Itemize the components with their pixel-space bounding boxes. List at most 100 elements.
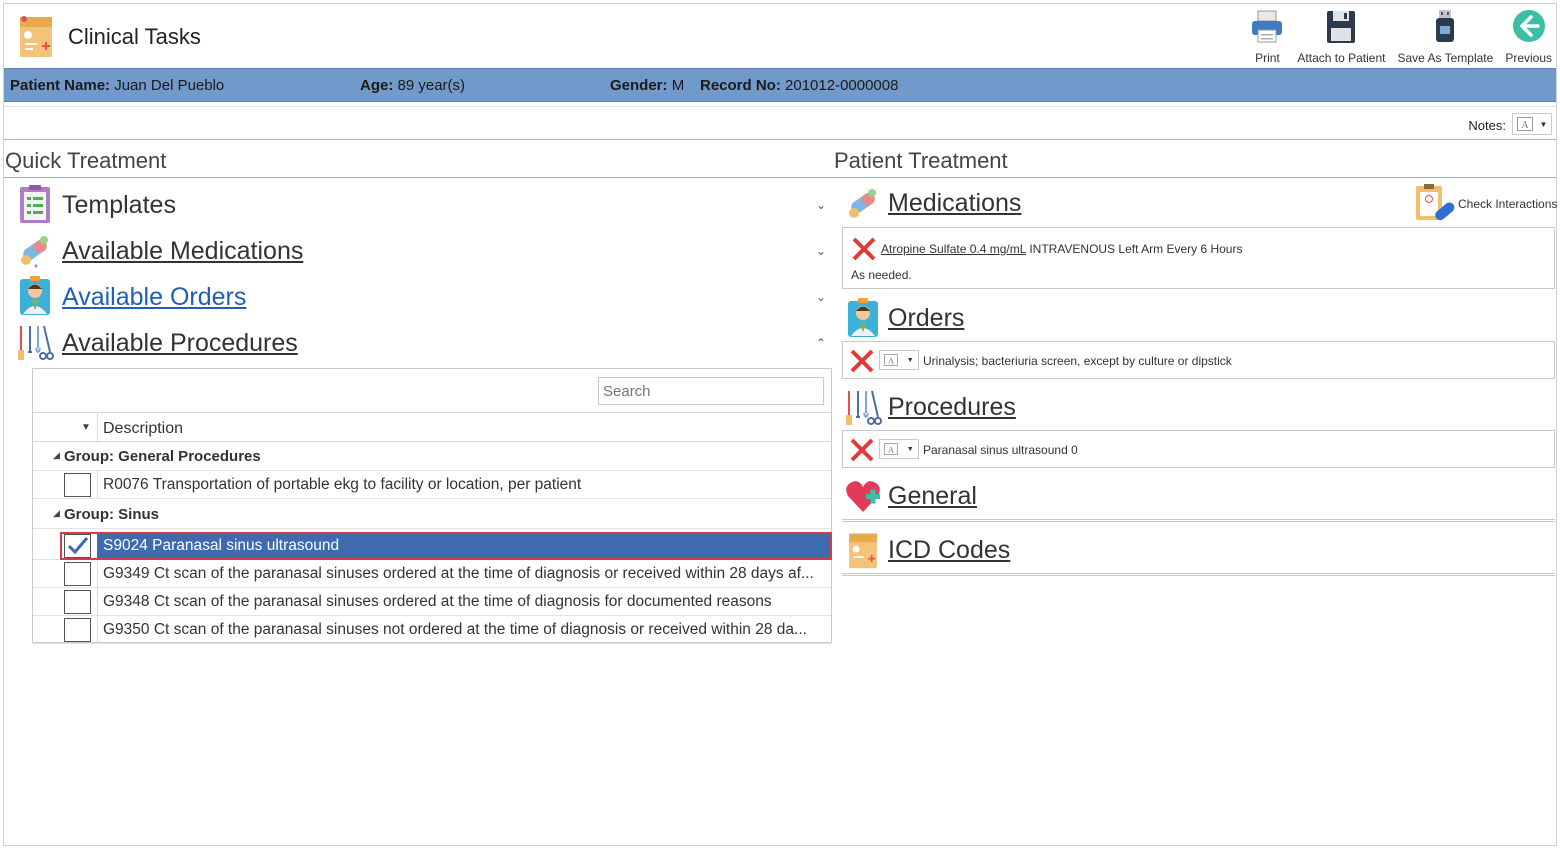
patient-name-value: Juan Del Pueblo <box>114 77 225 94</box>
procedure-notes-dropdown[interactable]: A ▼ <box>879 439 919 459</box>
general-divider <box>842 519 1555 522</box>
chevron-down-icon[interactable]: ⌄ <box>816 244 826 258</box>
orders-section-header: Orders <box>842 296 1556 338</box>
floppy-disk-icon <box>1327 11 1356 43</box>
surgical-tools-icon <box>18 325 54 360</box>
row-checkbox[interactable] <box>64 473 91 497</box>
patient-age-value: 89 year(s) <box>397 77 466 94</box>
notes-dropdown[interactable]: A ▼ <box>1512 113 1552 135</box>
heart-plus-icon <box>846 481 880 512</box>
procedures-section-header: Procedures <box>842 385 1556 427</box>
patient-treatment-title: Patient Treatment <box>834 148 1008 173</box>
patient-gender-label: Gender: <box>610 77 668 94</box>
table-row[interactable]: G9350 Ct scan of the paranasal sinuses n… <box>33 616 831 644</box>
notes-label: Notes: <box>1468 118 1506 133</box>
procedures-grid: ▼ Description ◢ Group: General Procedure… <box>32 368 832 644</box>
order-item: Urinalysis; bacteriuria screen, except b… <box>923 354 1232 368</box>
row-checkbox[interactable] <box>64 562 91 586</box>
svg-text:A: A <box>888 355 895 365</box>
patient-name: Patient Name: Juan Del Pueblo <box>10 77 224 94</box>
drug-interaction-icon <box>1416 184 1455 221</box>
patient-treatment-divider <box>834 177 1556 178</box>
patient-record-value: 201012-0000008 <box>785 77 899 94</box>
print-button[interactable]: Print <box>1243 4 1291 68</box>
remove-order-icon[interactable] <box>849 348 875 374</box>
medication-name-link[interactable]: Atropine Sulfate 0.4 mg/mL <box>881 242 1026 256</box>
remove-procedure-icon[interactable] <box>849 437 875 463</box>
clinical-tasks-window: Clinical Tasks Print Attach to Patient S… <box>3 3 1557 846</box>
check-interactions-button[interactable]: Check Interactions <box>1414 184 1557 224</box>
group-row-sinus[interactable]: ◢ Group: Sinus <box>33 500 831 529</box>
table-row[interactable]: R0076 Transportation of portable ekg to … <box>33 471 831 499</box>
attach-label: Attach to Patient <box>1297 51 1386 65</box>
pills-icon <box>849 189 876 218</box>
available-procedures-section-header[interactable]: Available Procedures ⌃ <box>16 320 828 362</box>
toolbar: Print Attach to Patient Save As Template… <box>1243 4 1558 68</box>
patient-gender: Gender: M <box>610 77 684 94</box>
table-row[interactable]: G9348 Ct scan of the paranasal sinuses o… <box>33 588 831 616</box>
quick-treatment-title: Quick Treatment <box>5 148 167 173</box>
available-medications-link[interactable]: Available Medications <box>62 237 303 266</box>
row-description: G9348 Ct scan of the paranasal sinuses o… <box>103 593 772 610</box>
remove-medication-icon[interactable] <box>851 236 877 262</box>
table-row[interactable]: G9349 Ct scan of the paranasal sinuses o… <box>33 560 831 588</box>
clipboard-list-icon <box>20 185 50 223</box>
row-checkbox[interactable] <box>64 618 91 642</box>
medication-list: Atropine Sulfate 0.4 mg/mL INTRAVENOUS L… <box>842 227 1555 289</box>
app-title: Clinical Tasks <box>68 24 201 49</box>
patient-folder-icon <box>20 16 52 57</box>
icd-codes-section-header: ICD Codes <box>842 528 1556 570</box>
previous-button[interactable]: Previous <box>1499 4 1558 68</box>
available-orders-section-header[interactable]: Available Orders ⌄ <box>16 274 828 316</box>
chevron-down-icon[interactable]: ⌄ <box>816 198 826 212</box>
save-as-template-button[interactable]: Save As Template <box>1391 4 1499 68</box>
back-arrow-icon <box>1512 10 1545 42</box>
previous-label: Previous <box>1505 51 1552 65</box>
general-link[interactable]: General <box>888 482 977 511</box>
collapse-group-icon[interactable]: ◢ <box>53 450 60 461</box>
doctor-icon <box>20 276 50 315</box>
group-row-general-procedures[interactable]: ◢ Group: General Procedures <box>33 442 831 471</box>
grid-header-row: ▼ Description <box>33 412 831 443</box>
row-checkbox-checked[interactable] <box>64 534 91 558</box>
procedures-link[interactable]: Procedures <box>888 393 1016 422</box>
print-label: Print <box>1255 51 1280 65</box>
available-orders-link[interactable]: Available Orders <box>62 283 246 312</box>
column-filter-dropdown-icon[interactable]: ▼ <box>81 422 91 433</box>
patient-record-label: Record No: <box>700 77 781 94</box>
icd-codes-link[interactable]: ICD Codes <box>888 536 1010 565</box>
doctor-icon <box>848 298 878 337</box>
chevron-down-icon[interactable]: ⌄ <box>816 290 826 304</box>
printer-icon <box>1252 10 1283 43</box>
chevron-up-icon[interactable]: ⌃ <box>816 336 826 350</box>
order-notes-dropdown[interactable]: A ▼ <box>879 350 919 370</box>
medications-link[interactable]: Medications <box>888 189 1021 218</box>
column-separator <box>97 413 98 443</box>
medication-detail: INTRAVENOUS Left Arm Every 6 Hours <box>1029 242 1243 256</box>
patient-info-bar: Patient Name: Juan Del Pueblo Age: 89 ye… <box>4 68 1556 102</box>
icd-codes-divider <box>842 573 1555 576</box>
available-medications-section-header[interactable]: Available Medications ⌄ <box>16 228 828 270</box>
row-checkbox[interactable] <box>64 590 91 614</box>
chevron-down-icon: ▼ <box>906 445 914 453</box>
usb-drive-icon <box>1436 10 1455 42</box>
orders-link[interactable]: Orders <box>888 304 964 333</box>
general-section-header: General <box>842 474 1556 516</box>
procedures-list: A ▼ Paranasal sinus ultrasound 0 <box>842 430 1555 468</box>
description-column-header[interactable]: Description <box>103 420 183 438</box>
templates-section-header[interactable]: Templates ⌄ <box>16 182 828 224</box>
attach-to-patient-button[interactable]: Attach to Patient <box>1291 4 1391 68</box>
templates-label: Templates <box>62 191 176 219</box>
procedures-search-input[interactable] <box>598 377 824 405</box>
app-header: Clinical Tasks Print Attach to Patient S… <box>4 4 1558 68</box>
table-row-selected[interactable]: S9024 Paranasal sinus ultrasound <box>33 532 831 560</box>
available-procedures-link[interactable]: Available Procedures <box>62 329 298 358</box>
collapse-group-icon[interactable]: ◢ <box>53 508 60 519</box>
patient-record: Record No: 201012-0000008 <box>700 77 898 94</box>
patient-age: Age: 89 year(s) <box>360 77 465 94</box>
checkmark-icon <box>67 537 89 555</box>
chevron-down-icon: ▼ <box>906 356 914 364</box>
row-description: G9349 Ct scan of the paranasal sinuses o… <box>103 565 814 582</box>
row-description: R0076 Transportation of portable ekg to … <box>103 476 582 493</box>
chevron-down-icon: ▼ <box>1539 119 1548 129</box>
